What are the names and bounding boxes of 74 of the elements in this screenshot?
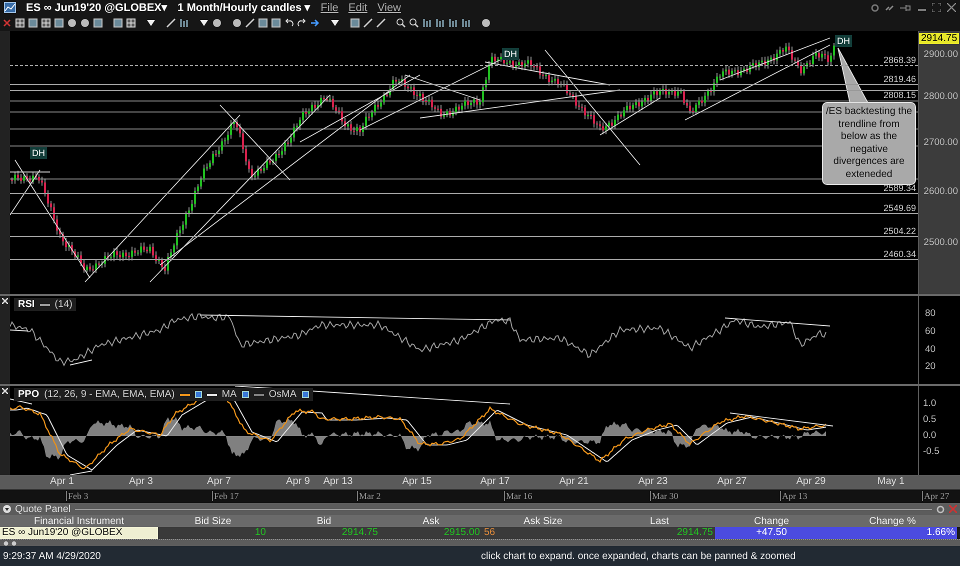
date-label: May 1 — [877, 476, 905, 487]
axis-label: 0.0 — [923, 430, 936, 441]
table-cell: 1.66% — [828, 527, 957, 539]
date-label: Apr 9 — [286, 476, 310, 487]
axis-label: 2800.00 — [924, 91, 958, 102]
column-header[interactable]: Change — [715, 516, 828, 526]
level-label: 2589.34 — [883, 184, 916, 193]
table-cell: 2914.75 — [268, 527, 380, 539]
navigator-label: Mar 2 — [357, 491, 381, 501]
axis-label: 80 — [925, 308, 936, 319]
table-cell: ES ∞ Jun19'20 @GLOBEX — [0, 527, 158, 539]
date-label: Apr 29 — [796, 476, 826, 487]
column-header[interactable]: Bid — [268, 516, 380, 526]
menu-item[interactable]: View — [377, 2, 402, 14]
navigator-label: Mar 16 — [504, 491, 532, 501]
level-label: 2819.46 — [883, 75, 916, 84]
axis-label: 60 — [925, 326, 936, 337]
date-label: Apr 27 — [717, 476, 747, 487]
level-label: 2460.34 — [883, 250, 916, 259]
date-label: Apr 17 — [480, 476, 510, 487]
table-cell: 2914.75 — [604, 527, 715, 539]
navigator-label: Apr 13 — [780, 491, 808, 501]
navigator-label: Feb 3 — [66, 491, 88, 501]
column-header[interactable]: Ask — [380, 516, 482, 526]
axis-label: 2900.00 — [924, 49, 958, 60]
indicator-params: (14) — [54, 299, 72, 310]
column-header[interactable]: Ask Size — [482, 516, 604, 526]
date-label: Apr 3 — [129, 476, 153, 487]
date-label: Apr 23 — [638, 476, 668, 487]
indicator-name: PPO — [18, 389, 40, 400]
symbol-dropdown[interactable]: ES ∞ Jun19'20 @GLOBEX▾ — [26, 1, 168, 14]
column-header[interactable]: Financial Instrument — [0, 516, 158, 526]
menu-item[interactable]: File — [320, 2, 338, 14]
axis-label: 2700.00 — [924, 137, 958, 148]
axis-label: 2600.00 — [924, 186, 958, 197]
level-label: 2504.22 — [883, 227, 916, 236]
column-header[interactable]: Bid Size — [158, 516, 268, 526]
column-header[interactable]: Last — [604, 516, 715, 526]
marker-label: DH — [502, 48, 519, 60]
date-label: Apr 15 — [402, 476, 432, 487]
timeframe-dropdown[interactable]: 1 Month/Hourly candles ▾ — [178, 1, 311, 14]
axis-label: 2500.00 — [924, 237, 958, 248]
date-label: Apr 21 — [559, 476, 589, 487]
series-label: MA — [222, 389, 237, 400]
table-cell: 10 — [158, 527, 268, 539]
axis-label: 1.0 — [923, 398, 936, 409]
panel-title: Quote Panel — [15, 504, 71, 514]
axis-label: 40 — [925, 344, 936, 355]
marker-label: DH — [30, 147, 47, 159]
date-label: Apr 7 — [207, 476, 231, 487]
navigator-label: Apr 27 — [922, 491, 950, 501]
table-cell: 2915.00 — [380, 527, 482, 539]
level-label: 2808.15 — [883, 91, 916, 100]
axis-label: 0.5 — [923, 414, 936, 425]
axis-label: -0.5 — [923, 446, 940, 457]
menu-item[interactable]: Edit — [348, 2, 368, 14]
callout-bubble: /ES backtesting the trendline from below as the negative divergences are exteneded — [822, 102, 916, 185]
status-hint: click chart to expand. once expanded, charts can be panned & zoomed — [481, 551, 796, 562]
axis-label: 20 — [925, 361, 936, 372]
navigator-label: Feb 17 — [212, 491, 239, 501]
level-label: 2549.69 — [883, 204, 916, 213]
last-price-tag: 2914.75 — [919, 33, 960, 44]
table-cell: +47.50 — [715, 527, 828, 539]
indicator-params: (12, 26, 9 - EMA, EMA, EMA) — [44, 389, 175, 400]
date-label: Apr 1 — [50, 476, 74, 487]
series-label: OsMA — [268, 389, 296, 400]
marker-label: DH — [835, 35, 852, 47]
navigator-label: Mar 30 — [650, 491, 678, 501]
column-header[interactable]: Change % — [828, 516, 957, 526]
level-label: 2868.39 — [883, 56, 916, 65]
timestamp: 9:29:37 AM 4/29/2020 — [3, 551, 102, 562]
indicator-name: RSI — [18, 299, 35, 310]
table-cell: 56 — [482, 527, 604, 539]
date-label: Apr 13 — [323, 476, 353, 487]
